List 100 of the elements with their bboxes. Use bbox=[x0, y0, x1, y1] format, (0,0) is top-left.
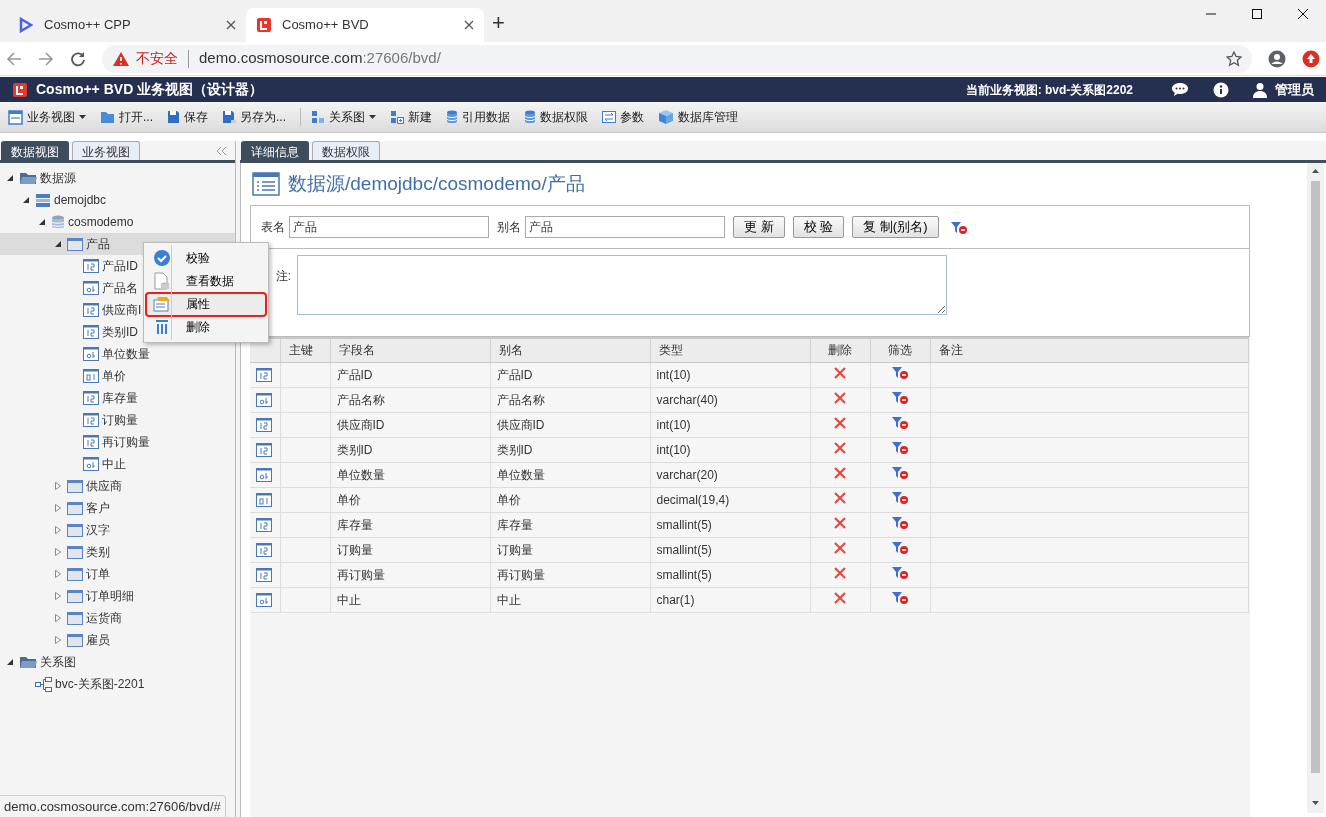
delete-button[interactable] bbox=[833, 391, 846, 404]
toolbar-button[interactable]: 另存为... bbox=[222, 108, 287, 126]
form-button[interactable]: 校 验 bbox=[792, 216, 845, 238]
browser-tab[interactable]: Cosmo++ CPP bbox=[8, 8, 246, 42]
account-icon[interactable] bbox=[1268, 49, 1286, 68]
detail-tab[interactable]: 详细信息 bbox=[241, 141, 309, 160]
forward-icon[interactable] bbox=[38, 50, 54, 67]
collapsed-icon[interactable] bbox=[55, 482, 61, 490]
delete-button[interactable] bbox=[833, 566, 846, 579]
collapsed-icon[interactable] bbox=[55, 548, 61, 556]
filter-button[interactable] bbox=[891, 490, 908, 504]
filter-button[interactable] bbox=[891, 465, 908, 479]
expanded-icon[interactable] bbox=[7, 659, 13, 665]
filter-button[interactable] bbox=[891, 415, 908, 429]
toolbar-button[interactable]: 新建 bbox=[390, 108, 433, 126]
table-cell: 中止 bbox=[336, 592, 361, 607]
toolbar-button[interactable]: 数据权限 bbox=[524, 108, 589, 126]
close-icon[interactable] bbox=[464, 20, 474, 30]
expanded-icon[interactable] bbox=[7, 175, 13, 181]
address-bar[interactable]: 不安全 demo.cosmosource.com:27606/bvd/ bbox=[102, 44, 1252, 73]
browser-tab[interactable]: Cosmo++ BVD bbox=[246, 8, 484, 42]
delete-button[interactable] bbox=[833, 491, 846, 504]
toolbar-button[interactable]: 业务视图 bbox=[8, 108, 86, 126]
remark-field[interactable] bbox=[297, 255, 947, 315]
tree-item[interactable]: 数据源 bbox=[0, 167, 235, 189]
filter-button[interactable] bbox=[891, 365, 908, 379]
form-button[interactable]: 更 新 bbox=[733, 216, 785, 238]
tree-item[interactable]: 客户 bbox=[0, 497, 235, 519]
toolbar-button[interactable]: 关系图 bbox=[311, 108, 377, 126]
tree-item[interactable]: 运货商 bbox=[0, 607, 235, 629]
tree-item[interactable]: 供应商 bbox=[0, 475, 235, 497]
collapsed-icon[interactable] bbox=[55, 614, 61, 622]
collapsed-icon[interactable] bbox=[55, 570, 61, 578]
back-icon[interactable] bbox=[6, 50, 22, 67]
tree-item[interactable]: 类别 bbox=[0, 541, 235, 563]
scrollbar[interactable] bbox=[1307, 163, 1324, 813]
info-icon[interactable] bbox=[1213, 81, 1229, 98]
menu-item[interactable]: 属性 bbox=[146, 292, 266, 316]
detail-tab[interactable]: 数据权限 bbox=[312, 141, 380, 160]
close-icon[interactable] bbox=[1297, 8, 1309, 20]
panel-tab[interactable]: 业务视图 bbox=[72, 141, 140, 160]
collapsed-icon[interactable] bbox=[55, 526, 61, 534]
user-name[interactable]: 管理员 bbox=[1275, 79, 1314, 100]
tree-item[interactable]: 单价 bbox=[0, 365, 235, 387]
input-field[interactable]: 产品 bbox=[525, 216, 725, 238]
tree-item[interactable]: 订单明细 bbox=[0, 585, 235, 607]
new-tab-button[interactable]: + bbox=[492, 12, 505, 34]
tree-item[interactable]: demojdbc bbox=[0, 189, 235, 211]
delete-button[interactable] bbox=[833, 541, 846, 554]
toolbar-button[interactable]: 打开... bbox=[100, 108, 153, 126]
reload-icon[interactable] bbox=[70, 50, 86, 67]
form-button[interactable]: 复 制(别名) bbox=[852, 216, 939, 238]
collapsed-icon[interactable] bbox=[55, 504, 61, 512]
collapsed-icon[interactable] bbox=[55, 636, 61, 644]
close-icon[interactable] bbox=[226, 20, 236, 30]
menu-item[interactable]: 查看数据 bbox=[146, 269, 266, 293]
delete-button[interactable] bbox=[833, 516, 846, 529]
security-warning[interactable]: 不安全 bbox=[136, 48, 178, 69]
tree-item[interactable]: 中止 bbox=[0, 453, 235, 475]
expanded-icon[interactable] bbox=[39, 219, 45, 225]
bookmark-star-icon[interactable] bbox=[1226, 50, 1242, 67]
collapsed-icon[interactable] bbox=[55, 592, 61, 600]
toolbar-button[interactable]: 参数 bbox=[602, 108, 645, 126]
toolbar-button[interactable]: 保存 bbox=[167, 108, 208, 126]
filter-button[interactable] bbox=[891, 440, 908, 454]
expanded-icon[interactable] bbox=[23, 197, 29, 203]
tree-item[interactable]: 订单 bbox=[0, 563, 235, 585]
column-header[interactable]: 备注 bbox=[938, 343, 963, 358]
toolbar-button[interactable]: 引用数据 bbox=[446, 108, 511, 126]
tree-item[interactable]: 单位数量 bbox=[0, 343, 235, 365]
delete-button[interactable] bbox=[833, 366, 846, 379]
column-header[interactable]: 类型 bbox=[658, 343, 683, 358]
delete-button[interactable] bbox=[833, 416, 846, 429]
tree-item[interactable]: 关系图 bbox=[0, 651, 235, 673]
tree-item[interactable]: bvc-关系图-2201 bbox=[0, 673, 235, 695]
collapse-icon[interactable] bbox=[215, 145, 227, 156]
chat-icon[interactable] bbox=[1171, 82, 1189, 97]
toolbar-button[interactable]: 数据库管理 bbox=[658, 108, 739, 126]
filter-button[interactable] bbox=[891, 515, 908, 529]
tree-item[interactable]: 库存量 bbox=[0, 387, 235, 409]
column-header[interactable]: 别名 bbox=[498, 343, 523, 358]
filter-button[interactable] bbox=[891, 565, 908, 579]
tree-item[interactable]: 订购量 bbox=[0, 409, 235, 431]
tree-item[interactable]: cosmodemo bbox=[0, 211, 235, 233]
column-header[interactable]: 字段名 bbox=[338, 343, 375, 358]
filter-button[interactable] bbox=[891, 390, 908, 404]
filter-button[interactable] bbox=[891, 590, 908, 604]
tree-item[interactable]: 汉字 bbox=[0, 519, 235, 541]
maximize-icon[interactable] bbox=[1251, 8, 1263, 20]
input-field[interactable]: 产品 bbox=[289, 216, 489, 238]
panel-tab[interactable]: 数据视图 bbox=[1, 141, 69, 160]
delete-button[interactable] bbox=[833, 466, 846, 479]
delete-button[interactable] bbox=[833, 441, 846, 454]
tree-item[interactable]: 雇员 bbox=[0, 629, 235, 651]
delete-button[interactable] bbox=[833, 591, 846, 604]
update-icon[interactable] bbox=[1302, 49, 1320, 68]
menu-item[interactable]: 删除 bbox=[146, 315, 266, 339]
filter-button[interactable] bbox=[891, 540, 908, 554]
expanded-icon[interactable] bbox=[55, 241, 61, 247]
tree-item[interactable]: 再订购量 bbox=[0, 431, 235, 453]
